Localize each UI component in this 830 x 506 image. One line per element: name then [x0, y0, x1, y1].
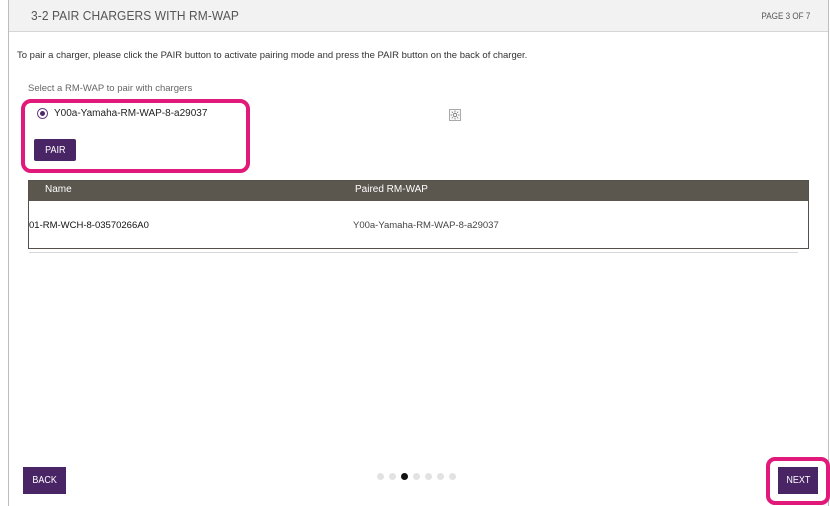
column-header-name: Name: [45, 184, 72, 195]
right-border: [828, 0, 829, 506]
sun-icon: [449, 109, 461, 121]
wizard-header: 3-2 PAIR CHARGERS WITH RM-WAP PAGE 3 OF …: [9, 0, 828, 32]
highlight-annotation-pair: [21, 99, 250, 173]
table-header: Name Paired RM-WAP: [29, 181, 808, 201]
page-title: 3-2 PAIR CHARGERS WITH RM-WAP: [31, 8, 239, 23]
instruction-text: To pair a charger, please click the PAIR…: [17, 50, 528, 61]
page-dot: [437, 473, 444, 480]
row-divider: [29, 252, 798, 253]
paired-chargers-table: Name Paired RM-WAP 01-RM-WCH-8-03570266A…: [28, 180, 809, 253]
highlight-annotation-next: [766, 457, 830, 505]
column-header-paired-rm-wap: Paired RM-WAP: [355, 184, 428, 195]
page-dot: [377, 473, 384, 480]
wizard-window: 3-2 PAIR CHARGERS WITH RM-WAP PAGE 3 OF …: [0, 0, 830, 506]
charger-name-cell: 01-RM-WCH-8-03570266A0: [29, 220, 149, 231]
page-dot: [389, 473, 396, 480]
page-dot-active: [401, 473, 408, 480]
page-dot: [449, 473, 456, 480]
table-row[interactable]: 01-RM-WCH-8-03570266A0 Y00a-Yamaha-RM-WA…: [29, 201, 808, 253]
paired-rm-wap-cell: Y00a-Yamaha-RM-WAP-8-a29037: [353, 220, 499, 231]
back-button[interactable]: BACK: [23, 467, 66, 494]
left-border: [8, 0, 9, 506]
page-dots: [377, 473, 461, 480]
page-indicator: PAGE 3 OF 7: [761, 11, 810, 21]
page-dot: [413, 473, 420, 480]
select-rm-wap-label: Select a RM-WAP to pair with chargers: [28, 83, 193, 94]
page-dot: [425, 473, 432, 480]
back-button-label: BACK: [32, 475, 57, 486]
